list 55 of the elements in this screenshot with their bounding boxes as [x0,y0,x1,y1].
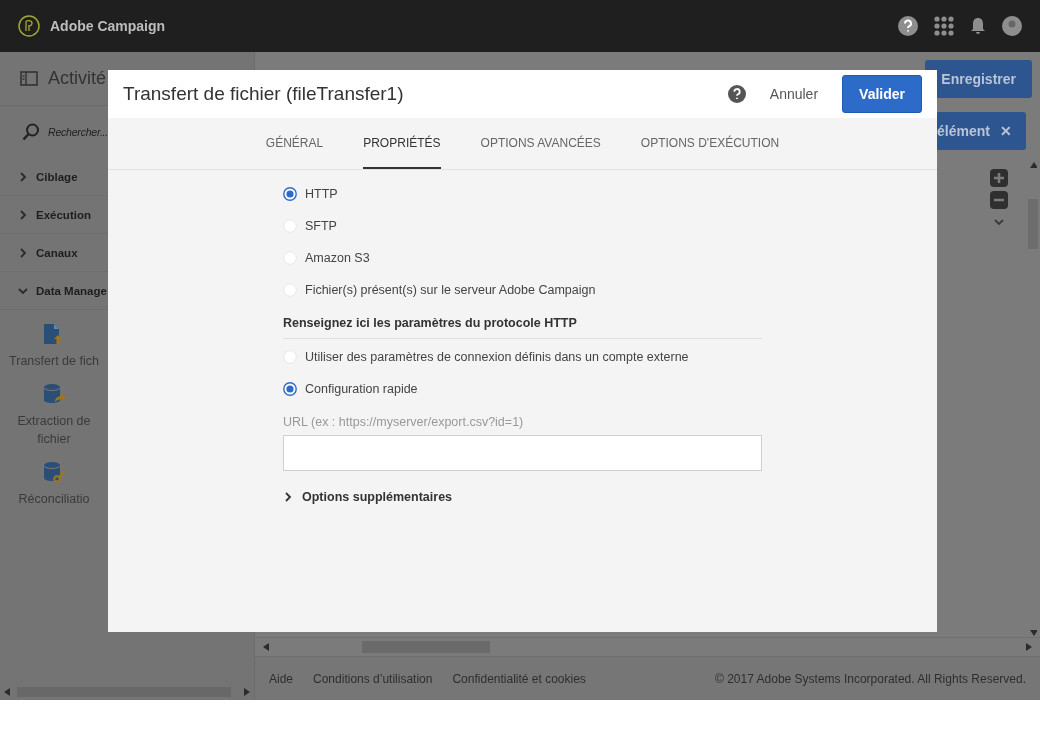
tab[interactable]: PROPRIÉTÉS [363,118,441,169]
radio-selected-icon[interactable] [283,187,297,201]
field-label: URL (ex : https://myserver/export.csv?id=1) [283,415,525,429]
zoom-in-icon[interactable] [990,169,1008,187]
footer-link[interactable]: Aide [269,671,294,686]
radio-option[interactable]: Amazon S3 [283,242,762,274]
logo-icon [18,15,40,37]
category-label: Ciblage [36,170,78,183]
chevron-right-icon[interactable] [283,492,293,502]
radio-option[interactable]: Fichier(s) présent(s) sur le serveur Adobe Campaign [283,274,762,306]
search-icon [22,123,40,141]
tab[interactable]: OPTIONS AVANCÉES [480,118,601,169]
scroll-down-icon[interactable] [1029,629,1037,637]
apps-grid-icon[interactable] [934,16,954,36]
scroll-right-icon[interactable] [1025,643,1032,651]
radio-option[interactable]: HTTP [283,178,762,210]
cancel-button[interactable]: Annuler [759,86,829,102]
notification-bell-icon[interactable] [970,17,986,35]
activity-label: Transfert de fich [8,353,100,370]
scroll-right-icon[interactable] [243,688,250,696]
confirm-button[interactable]: Valider [842,75,922,113]
footer-link[interactable]: Conditions d’utilisation [313,671,433,686]
zoom-out-icon[interactable] [990,191,1008,209]
footer-link[interactable]: Confidentialité et cookies [452,671,586,686]
radio-option[interactable]: Utiliser des paramètres de connexion définis dans un compte externe [283,341,762,373]
database-key-icon [42,460,66,484]
radio-option[interactable]: SFTP [283,210,762,242]
radio-selected-icon[interactable] [283,382,297,396]
tab[interactable]: OPTIONS D'EXÉCUTION [640,118,780,169]
section-heading: Renseignez ici les paramètres du protocole HTTP [283,306,762,339]
search-field[interactable]: Rechercher... [48,126,168,138]
category-label: Exécution [36,208,91,221]
category-label: Data Manage [36,284,107,297]
scroll-left-icon[interactable] [263,643,270,651]
help-icon[interactable] [727,85,746,103]
save-button[interactable]: Enregistrer [925,59,1032,98]
expander[interactable]: Options supplémentaires [283,489,762,505]
help-icon[interactable] [898,16,918,36]
product-name: Adobe Campaign [50,18,166,34]
activity-label: Extraction de fichier [16,413,92,448]
page-title: Activité [48,68,107,89]
activity-label: Réconciliatio [17,491,91,508]
copyright-text: © 2017 Adobe Systems Incorporated. All Rights Reserved. [715,671,1026,686]
panel-icon[interactable] [20,71,38,86]
tab[interactable]: GÉNÉRAL [265,118,324,169]
category-label: Canaux [36,246,78,259]
avatar-icon[interactable] [1002,16,1022,36]
dialog-title: Transfert de fichier (fileTransfer1) [123,83,404,105]
chevron-down-icon[interactable] [994,217,1004,227]
radio-option[interactable]: Configuration rapide [283,373,762,405]
chevron-down-icon[interactable] [18,285,28,296]
scroll-left-icon[interactable] [4,688,11,696]
scroll-up-icon[interactable] [1029,161,1037,169]
database-arrow-icon [42,382,66,406]
url-field[interactable] [283,435,762,471]
